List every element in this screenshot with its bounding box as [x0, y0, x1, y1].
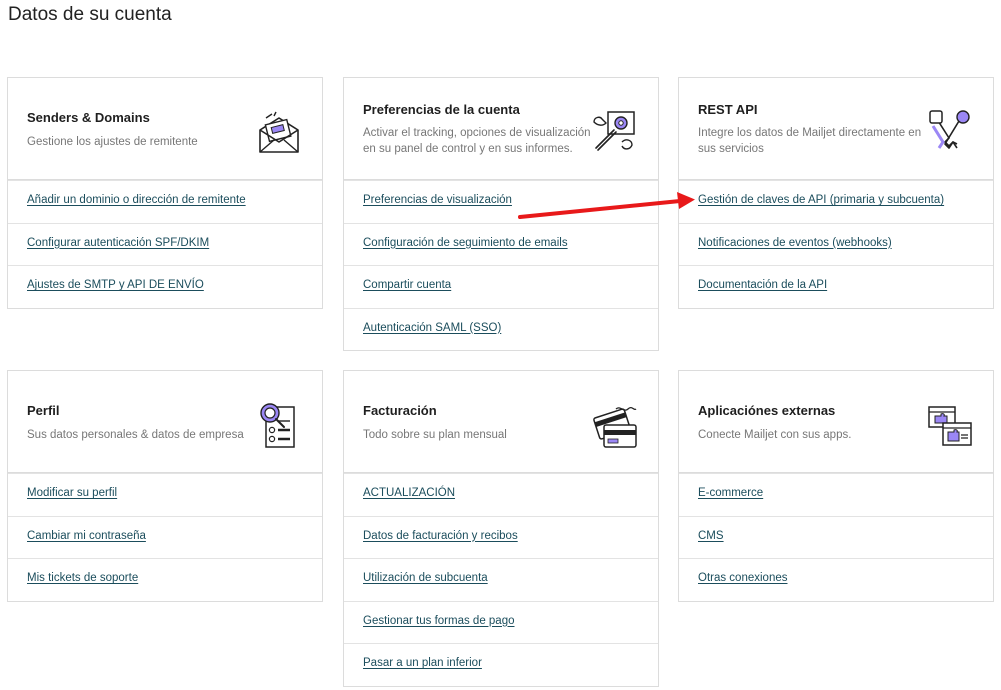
link-row: Configurar autenticación SPF/DKIM [8, 222, 322, 266]
link-row: Gestión de claves de API (primaria y sub… [679, 180, 993, 223]
link-row: Configuración de seguimiento de emails [344, 222, 658, 266]
profile-search-icon [256, 403, 302, 449]
link-row: Preferencias de visualización [344, 180, 658, 223]
senders-domains-card: Senders & Domains Gestione los ajustes d… [7, 77, 323, 309]
link-row: ACTUALIZACIÓN [344, 473, 658, 516]
card-subtitle: Conecte Mailjet con sus apps. [698, 429, 852, 441]
card-header: Perfil Sus datos personales & datos de e… [8, 371, 322, 473]
envelope-icon [256, 110, 302, 156]
credit-card-icon [592, 403, 638, 449]
card-subtitle: Gestione los ajustes de remitente [27, 136, 198, 148]
card-title: Aplicaciónes externas [698, 403, 836, 418]
display-preferences-link[interactable]: Preferencias de visualización [363, 194, 512, 206]
link-row: E-commerce [679, 473, 993, 516]
card-title: Facturación [363, 403, 437, 418]
other-connections-link[interactable]: Otras conexiones [698, 572, 788, 584]
card-header: REST API Integre los datos de Mailjet di… [679, 78, 993, 180]
change-password-link[interactable]: Cambiar mi contraseña [27, 530, 146, 542]
card-header: Senders & Domains Gestione los ajustes d… [8, 78, 322, 180]
link-row: Notificaciones de eventos (webhooks) [679, 222, 993, 266]
link-row: Utilización de subcuenta [344, 558, 658, 601]
card-subtitle: Sus datos personales & datos de empresa [27, 429, 244, 441]
billing-card: Facturación Todo sobre su plan mensual A… [343, 370, 659, 687]
link-row: Documentación de la API [679, 265, 993, 308]
link-row: Modificar su perfil [8, 473, 322, 516]
account-preferences-card: Preferencias de la cuenta Activar el tra… [343, 77, 659, 351]
api-docs-link[interactable]: Documentación de la API [698, 279, 827, 291]
downgrade-plan-link[interactable]: Pasar a un plan inferior [363, 657, 482, 669]
link-row: Mis tickets de soporte [8, 558, 322, 601]
puzzle-windows-icon [927, 403, 973, 449]
billing-data-link[interactable]: Datos de facturación y recibos [363, 530, 518, 542]
link-row: Cambiar mi contraseña [8, 515, 322, 559]
cms-link[interactable]: CMS [698, 530, 724, 542]
payment-methods-link[interactable]: Gestionar tus formas de pago [363, 615, 515, 627]
card-header: Preferencias de la cuenta Activar el tra… [344, 78, 658, 180]
upgrade-link[interactable]: ACTUALIZACIÓN [363, 487, 455, 499]
wrench-gear-icon [592, 108, 638, 154]
link-row: Añadir un dominio o dirección de remiten… [8, 180, 322, 223]
card-subtitle: Activar el tracking, opciones de visuali… [363, 127, 591, 155]
subaccount-usage-link[interactable]: Utilización de subcuenta [363, 572, 488, 584]
card-subtitle: Todo sobre su plan mensual [363, 429, 507, 441]
spf-dkim-link[interactable]: Configurar autenticación SPF/DKIM [27, 237, 209, 249]
link-row: CMS [679, 515, 993, 559]
card-subtitle: Integre los datos de Mailjet directament… [698, 127, 922, 155]
rest-api-card: REST API Integre los datos de Mailjet di… [678, 77, 994, 309]
card-title: Perfil [27, 403, 60, 418]
link-row: Gestionar tus formas de pago [344, 600, 658, 644]
share-account-link[interactable]: Compartir cuenta [363, 279, 451, 291]
link-row: Pasar a un plan inferior [344, 643, 658, 686]
api-keys-link[interactable]: Gestión de claves de API (primaria y sub… [698, 194, 944, 206]
webhooks-link[interactable]: Notificaciones de eventos (webhooks) [698, 237, 892, 249]
ecommerce-link[interactable]: E-commerce [698, 487, 763, 499]
card-title: REST API [698, 102, 758, 117]
link-row: Otras conexiones [679, 558, 993, 601]
link-row: Autenticación SAML (SSO) [344, 307, 658, 351]
email-tracking-link[interactable]: Configuración de seguimiento de emails [363, 237, 568, 249]
link-row: Datos de facturación y recibos [344, 515, 658, 559]
page-title: Datos de su cuenta [8, 4, 172, 25]
profile-card: Perfil Sus datos personales & datos de e… [7, 370, 323, 602]
external-apps-card: Aplicaciónes externas Conecte Mailjet co… [678, 370, 994, 602]
add-domain-link[interactable]: Añadir un dominio o dirección de remiten… [27, 194, 246, 206]
support-tickets-link[interactable]: Mis tickets de soporte [27, 572, 138, 584]
keys-icon [927, 108, 973, 154]
link-row: Compartir cuenta [344, 265, 658, 308]
link-row: Ajustes de SMTP y API DE ENVÍO [8, 265, 322, 308]
card-title: Preferencias de la cuenta [363, 102, 520, 117]
card-title: Senders & Domains [27, 110, 150, 125]
edit-profile-link[interactable]: Modificar su perfil [27, 487, 117, 499]
card-header: Aplicaciónes externas Conecte Mailjet co… [679, 371, 993, 473]
saml-sso-link[interactable]: Autenticación SAML (SSO) [363, 322, 501, 334]
smtp-api-link[interactable]: Ajustes de SMTP y API DE ENVÍO [27, 279, 204, 291]
card-header: Facturación Todo sobre su plan mensual [344, 371, 658, 473]
